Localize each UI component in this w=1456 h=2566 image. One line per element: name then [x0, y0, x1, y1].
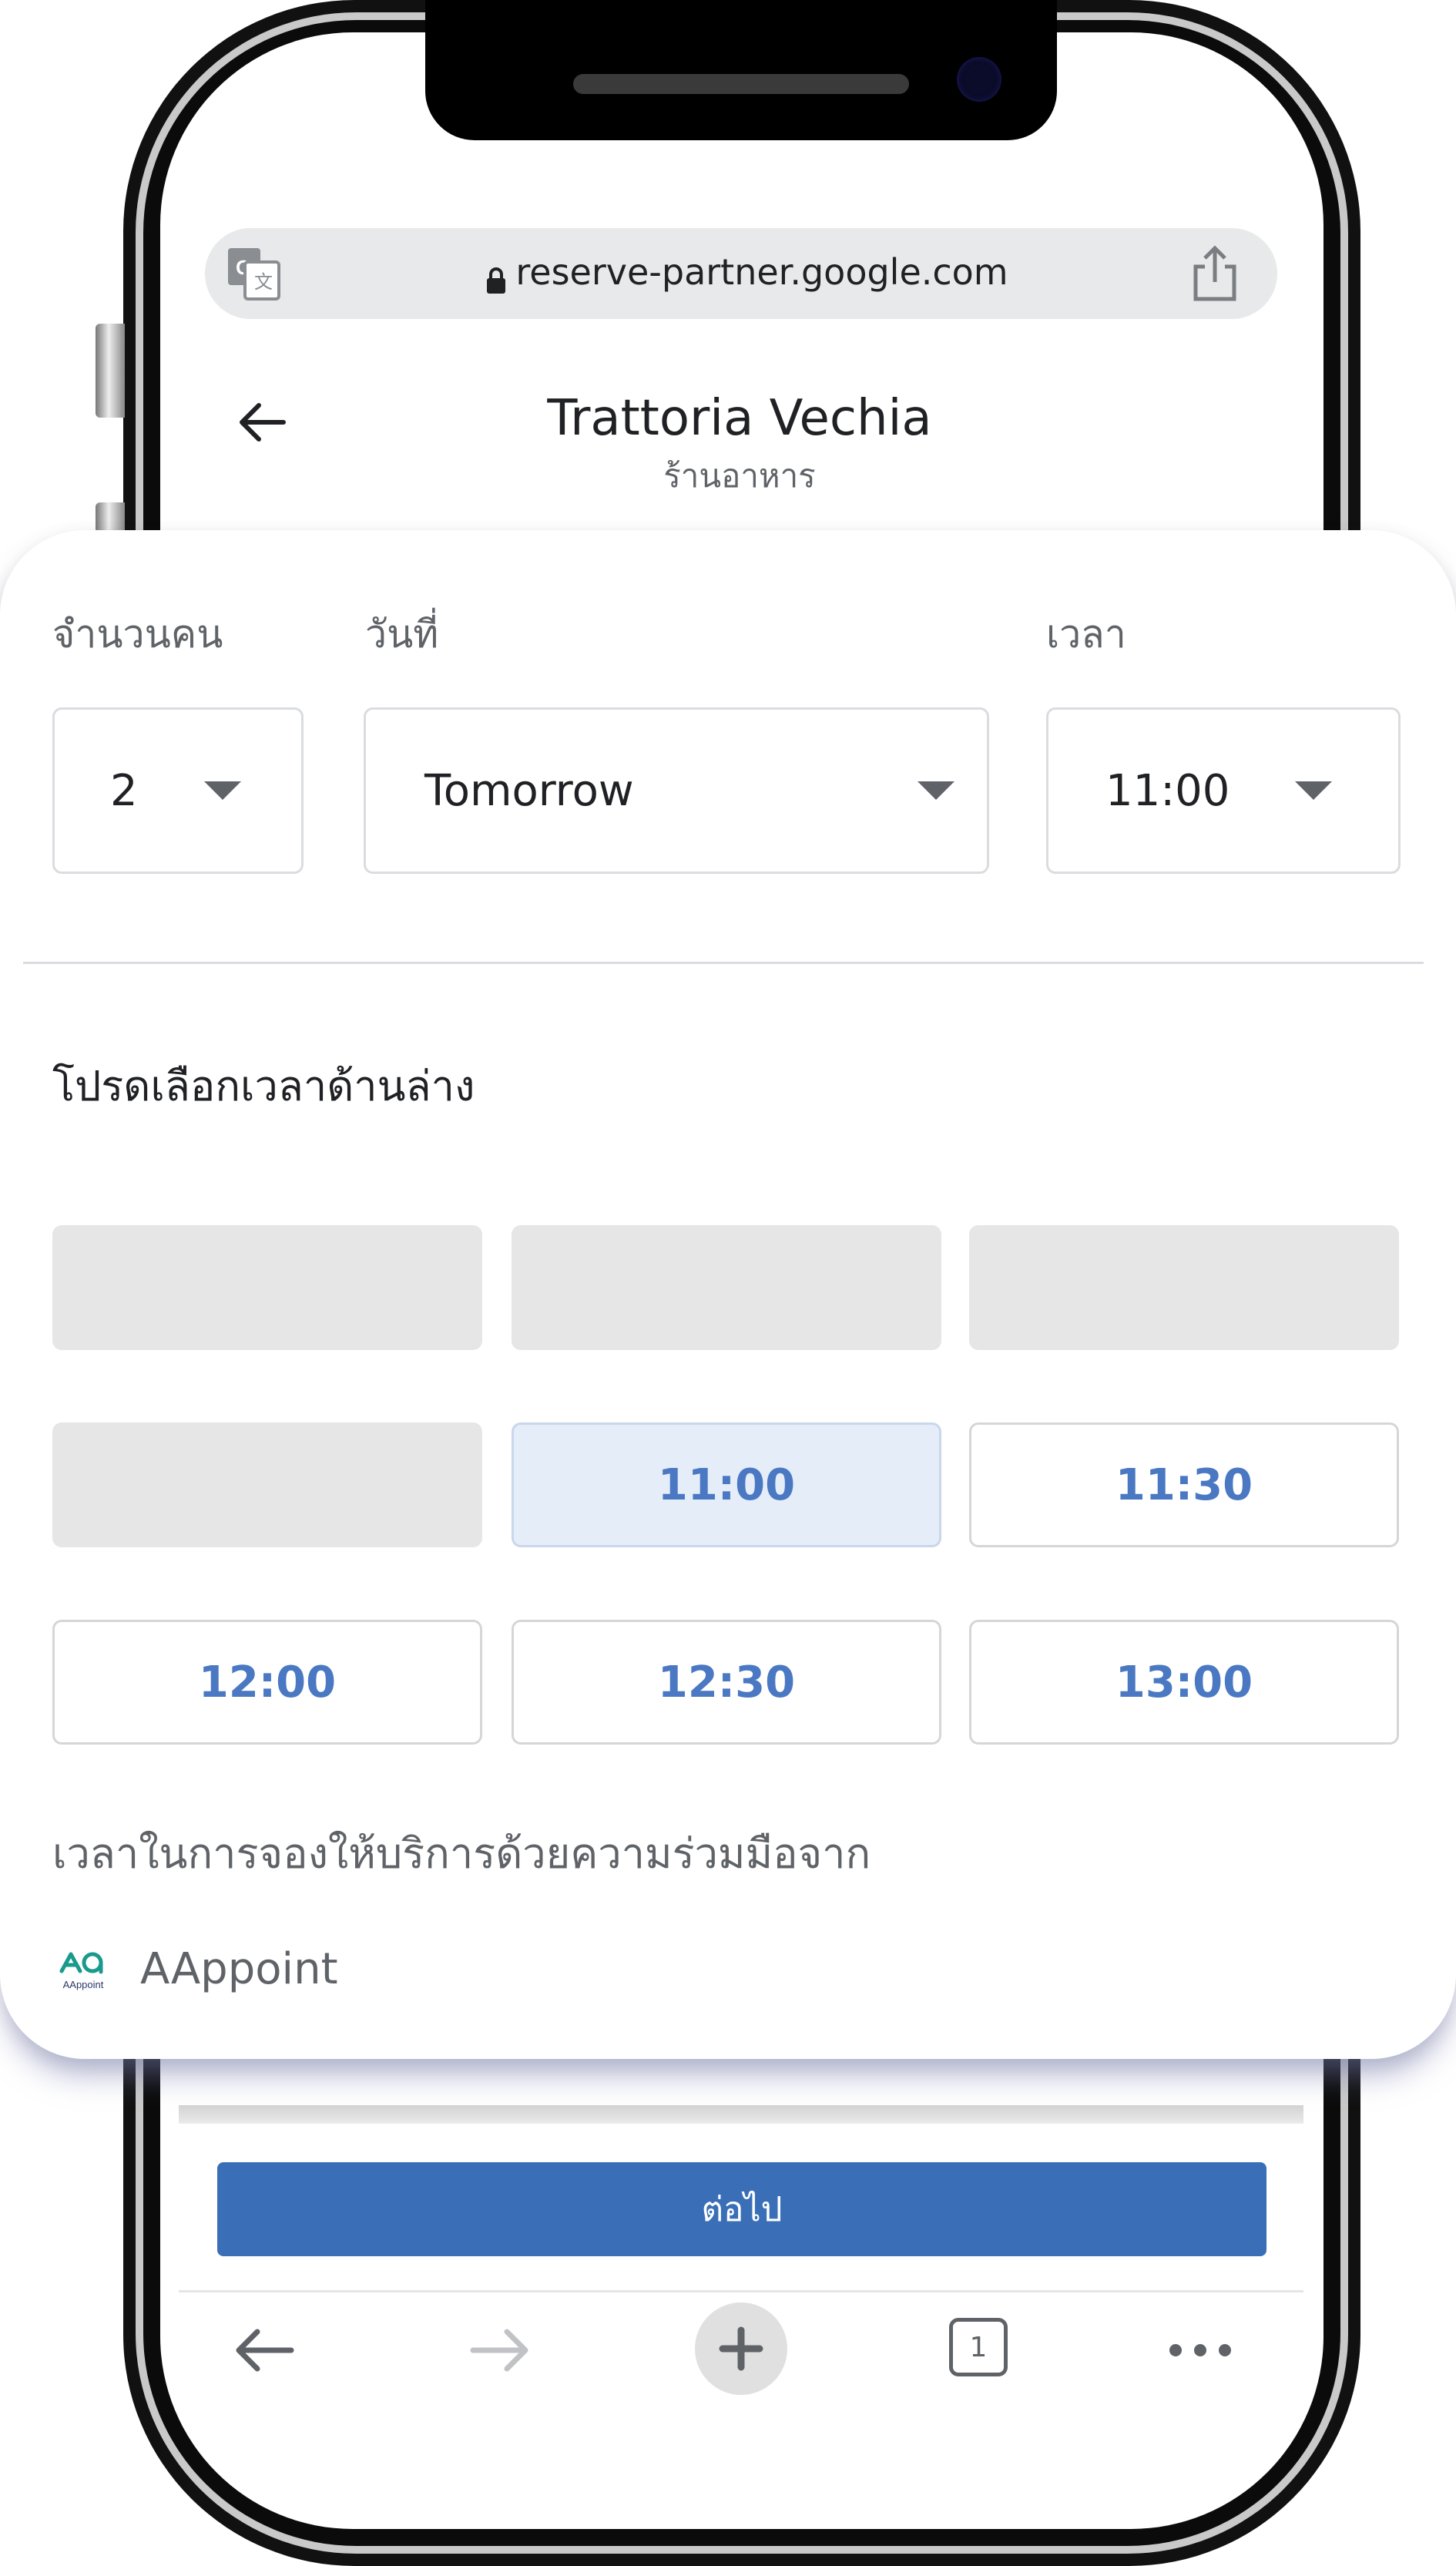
- speaker-grille: [573, 74, 909, 94]
- chevron-down-icon: [204, 781, 241, 800]
- party-size-label: จำนวนคน: [52, 612, 223, 657]
- party-size-select[interactable]: 2: [52, 707, 304, 874]
- time-slot[interactable]: 12:00: [52, 1620, 482, 1745]
- partner-name: AAppoint: [140, 1944, 338, 1994]
- forward-icon[interactable]: [462, 2312, 539, 2389]
- time-slot[interactable]: 12:30: [512, 1620, 941, 1745]
- phone-side-button: [96, 502, 125, 533]
- aappoint-logo-text: AAppoint: [63, 1979, 104, 1990]
- lock-icon: [486, 261, 506, 294]
- front-camera: [957, 57, 1001, 102]
- more-menu-icon[interactable]: [1162, 2312, 1239, 2389]
- back-icon[interactable]: [225, 2312, 302, 2389]
- page-shadow: [179, 2105, 1303, 2124]
- time-slot-unavailable: [512, 1225, 941, 1350]
- divider: [23, 962, 1424, 964]
- time-label: เวลา: [1046, 612, 1126, 657]
- arrow-left-icon[interactable]: [231, 391, 293, 453]
- tab-switcher-icon[interactable]: 1: [949, 2318, 1008, 2376]
- aappoint-logo: AAppoint: [54, 1948, 112, 1991]
- chevron-down-icon: [1295, 781, 1332, 800]
- url-value: reserve-partner.google.com: [515, 251, 1008, 293]
- date-label: วันที่: [365, 612, 439, 657]
- partner-attribution: เวลาในการจองให้บริการด้วยความร่วมมือจาก: [52, 1829, 871, 1878]
- phone-side-button: [96, 324, 125, 418]
- time-slot[interactable]: 13:00: [969, 1620, 1399, 1745]
- chevron-down-icon: [918, 781, 954, 800]
- select-time-prompt: โปรดเลือกเวลาด้านล่าง: [52, 1062, 475, 1110]
- time-slot[interactable]: 11:30: [969, 1422, 1399, 1547]
- continue-label: ต่อไป: [701, 2190, 783, 2229]
- time-slot-unavailable: [52, 1422, 482, 1547]
- date-value: Tomorrow: [424, 765, 634, 816]
- svg-text:文: 文: [254, 271, 273, 293]
- restaurant-category: ร้านอาหาร: [663, 457, 816, 495]
- time-select[interactable]: 11:00: [1046, 707, 1401, 874]
- google-translate-icon[interactable]: G 文: [226, 247, 280, 301]
- url-text[interactable]: reserve-partner.google.com: [431, 245, 1063, 299]
- tab-count: 1: [969, 2331, 988, 2363]
- time-value: 11:00: [1105, 765, 1230, 816]
- party-size-value: 2: [110, 765, 138, 816]
- time-slot-unavailable: [52, 1225, 482, 1350]
- time-slot-unavailable: [969, 1225, 1399, 1350]
- share-icon[interactable]: [1188, 245, 1242, 302]
- date-select[interactable]: Tomorrow: [364, 707, 989, 874]
- restaurant-title: Trattoria Vechia: [547, 390, 932, 447]
- continue-button[interactable]: ต่อไป: [217, 2162, 1266, 2256]
- new-tab-plus-icon: [703, 2310, 780, 2387]
- time-slot-selected[interactable]: 11:00: [512, 1422, 941, 1547]
